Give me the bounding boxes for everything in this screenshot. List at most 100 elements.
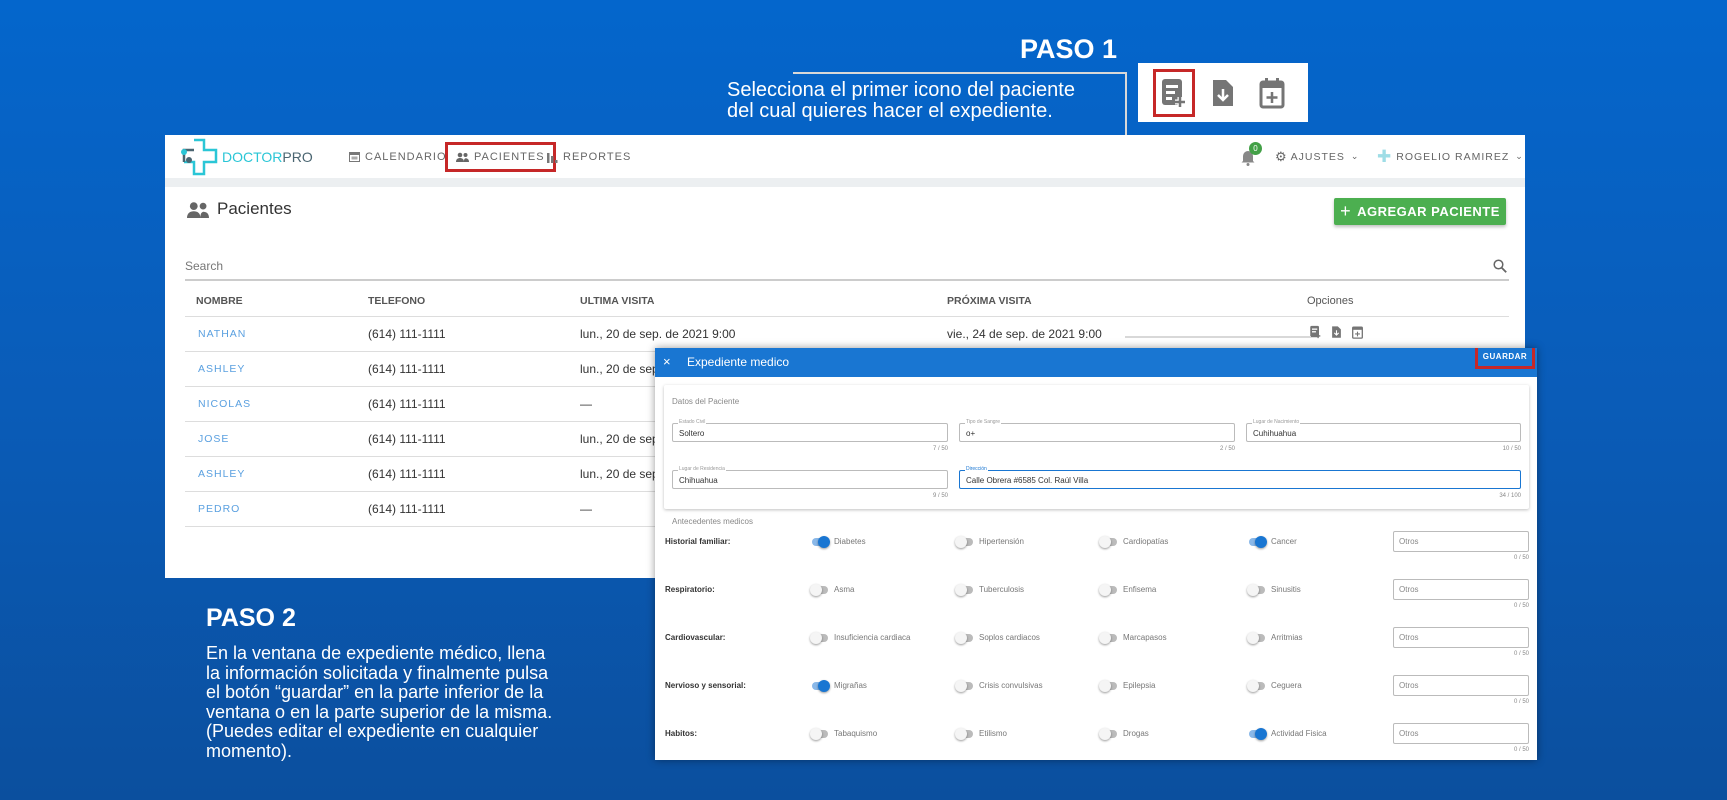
calendar-icon [349, 152, 360, 162]
patient-field[interactable]: Dirección Calle Obrera #6585 Col. Raúl Vi… [959, 466, 1521, 489]
callout-line [1125, 336, 1311, 338]
toggle-knob[interactable] [812, 535, 830, 548]
toggle-knob[interactable] [955, 727, 973, 740]
patient-name-link[interactable]: ASHLEY [185, 456, 368, 492]
toggle-label: Diabetes [834, 537, 866, 546]
toggle-knob[interactable] [955, 679, 973, 692]
toggle-label: Hipertensión [979, 537, 1024, 546]
instruction-line: ventana o en la parte superior de la mis… [206, 701, 553, 722]
char-counter: 0 / 50 [1513, 747, 1529, 753]
top-navbar: DOCTORPRO CALENDARIO PACIENTES REPORTES … [165, 135, 1525, 178]
toggle-label: Ceguera [1271, 681, 1302, 690]
toggle-knob[interactable] [1247, 679, 1265, 692]
toggle-switch[interactable]: Insuficiencia cardiaca [810, 631, 910, 644]
otros-input[interactable]: Otros [1393, 579, 1529, 600]
toggle-knob[interactable] [810, 727, 828, 740]
column-header: Opciones [1307, 286, 1509, 317]
dialog-header: × Expediente medico GUARDAR [655, 348, 1537, 377]
add-appointment-icon[interactable] [1351, 325, 1364, 339]
toggle-knob[interactable] [1247, 631, 1265, 644]
toggle-switch[interactable]: Cancer [1249, 535, 1297, 548]
toggle-switch[interactable]: Ceguera [1247, 679, 1302, 692]
patient-field[interactable]: Estado Civil Soltero [672, 419, 948, 442]
page-title: Pacientes [187, 199, 292, 219]
toggle-switch[interactable]: Crisis convulsivas [955, 679, 1043, 692]
toggle-label: Arritmias [1271, 633, 1303, 642]
nav-pacientes[interactable]: PACIENTES [445, 142, 556, 172]
toggle-switch[interactable]: Enfisema [1099, 583, 1157, 596]
otros-input[interactable]: Otros [1393, 627, 1529, 648]
toggle-switch[interactable]: Drogas [1099, 727, 1149, 740]
notifications-button[interactable]: 0 [1241, 135, 1262, 178]
add-record-icon [1153, 68, 1196, 117]
toggle-label: Enfisema [1123, 585, 1157, 594]
toggle-knob[interactable] [1099, 583, 1117, 596]
toggle-switch[interactable]: Tabaquismo [810, 727, 877, 740]
avatar: ✚ [1377, 146, 1393, 166]
search-icon[interactable] [1493, 259, 1507, 273]
toggle-knob[interactable] [1099, 535, 1117, 548]
divider [165, 178, 1525, 187]
toggle-knob[interactable] [1099, 727, 1117, 740]
phone: (614) 111-1111 [368, 456, 580, 492]
toggle-switch[interactable]: Actividad Fisica [1249, 727, 1327, 740]
patient-field[interactable]: Lugar de Nacimiento Cuhihuahua [1246, 419, 1521, 442]
save-button[interactable]: GUARDAR [1475, 348, 1535, 369]
step2-title: PASO 2 [206, 604, 296, 632]
toggle-knob[interactable] [810, 583, 828, 596]
toggle-knob[interactable] [812, 679, 830, 692]
toggle-switch[interactable]: Cardiopatías [1099, 535, 1168, 548]
toggle-knob[interactable] [955, 535, 973, 548]
logo[interactable]: DOCTORPRO [180, 138, 313, 176]
table-header: NOMBRE TELEFONO ULTIMA VISITA PRÓXIMA VI… [185, 286, 1509, 317]
toggle-knob[interactable] [955, 631, 973, 644]
patient-name-link[interactable]: JOSE [185, 421, 368, 457]
phone: (614) 111-1111 [368, 491, 580, 527]
char-counter: 7 / 50 [932, 446, 948, 452]
toggle-label: Epilepsia [1123, 681, 1156, 690]
user-menu[interactable]: ✚ ROGELIO RAMIREZ ⌄ [1377, 135, 1524, 178]
download-file-icon[interactable] [1331, 325, 1342, 339]
nav-reportes[interactable]: REPORTES [547, 135, 631, 178]
patient-name-link[interactable]: ASHLEY [185, 351, 368, 387]
instruction-line: el botón “guardar” en la parte inferior … [206, 682, 544, 702]
toggle-knob[interactable] [1249, 727, 1267, 740]
toggle-switch[interactable]: Migrañas [812, 679, 867, 692]
patient-field[interactable]: Tipo de Sangre o+ [959, 419, 1235, 442]
toggle-knob[interactable] [810, 631, 828, 644]
toggle-switch[interactable]: Arritmias [1247, 631, 1303, 644]
toggle-knob[interactable] [1099, 679, 1117, 692]
otros-input[interactable]: Otros [1393, 723, 1529, 744]
search-input[interactable]: Search [185, 259, 1509, 281]
patient-name-link[interactable]: NICOLAS [185, 386, 368, 422]
table-row[interactable]: NATHAN (614) 111-1111 lun., 20 de sep. d… [185, 316, 1509, 352]
toggle-switch[interactable]: Sinusitis [1247, 583, 1301, 596]
toggle-switch[interactable]: Diabetes [812, 535, 866, 548]
toggle-knob[interactable] [1247, 583, 1265, 596]
otros-input[interactable]: Otros [1393, 675, 1529, 696]
settings-menu[interactable]: ⚙ AJUSTES ⌄ [1275, 135, 1359, 178]
toggle-switch[interactable]: Soplos cardiacos [955, 631, 1040, 644]
toggle-switch[interactable]: Tuberculosis [955, 583, 1024, 596]
toggle-label: Actividad Fisica [1271, 729, 1327, 738]
patient-name-link[interactable]: NATHAN [185, 316, 368, 352]
toggle-knob[interactable] [1249, 535, 1267, 548]
patient-name-link[interactable]: PEDRO [185, 491, 368, 527]
toggle-switch[interactable]: Marcapasos [1099, 631, 1167, 644]
close-icon[interactable]: × [663, 354, 671, 369]
bar-chart-icon [547, 152, 558, 163]
patient-field[interactable]: Lugar de Residencia Chihuahua [672, 466, 948, 489]
nav-calendario[interactable]: CALENDARIO [349, 135, 447, 178]
toggle-switch[interactable]: Epilepsia [1099, 679, 1156, 692]
toggle-knob[interactable] [955, 583, 973, 596]
section-title: Datos del Paciente [672, 397, 740, 406]
toggle-knob[interactable] [1099, 631, 1117, 644]
dialog-title: Expediente medico [687, 355, 790, 369]
gear-icon: ⚙ [1275, 148, 1288, 164]
group-label: Cardiovascular: [665, 633, 726, 642]
toggle-switch[interactable]: Etilismo [955, 727, 1007, 740]
otros-input[interactable]: Otros [1393, 531, 1529, 552]
toggle-switch[interactable]: Hipertensión [955, 535, 1024, 548]
toggle-switch[interactable]: Asma [810, 583, 854, 596]
add-patient-button[interactable]: + AGREGAR PACIENTE [1334, 198, 1506, 225]
